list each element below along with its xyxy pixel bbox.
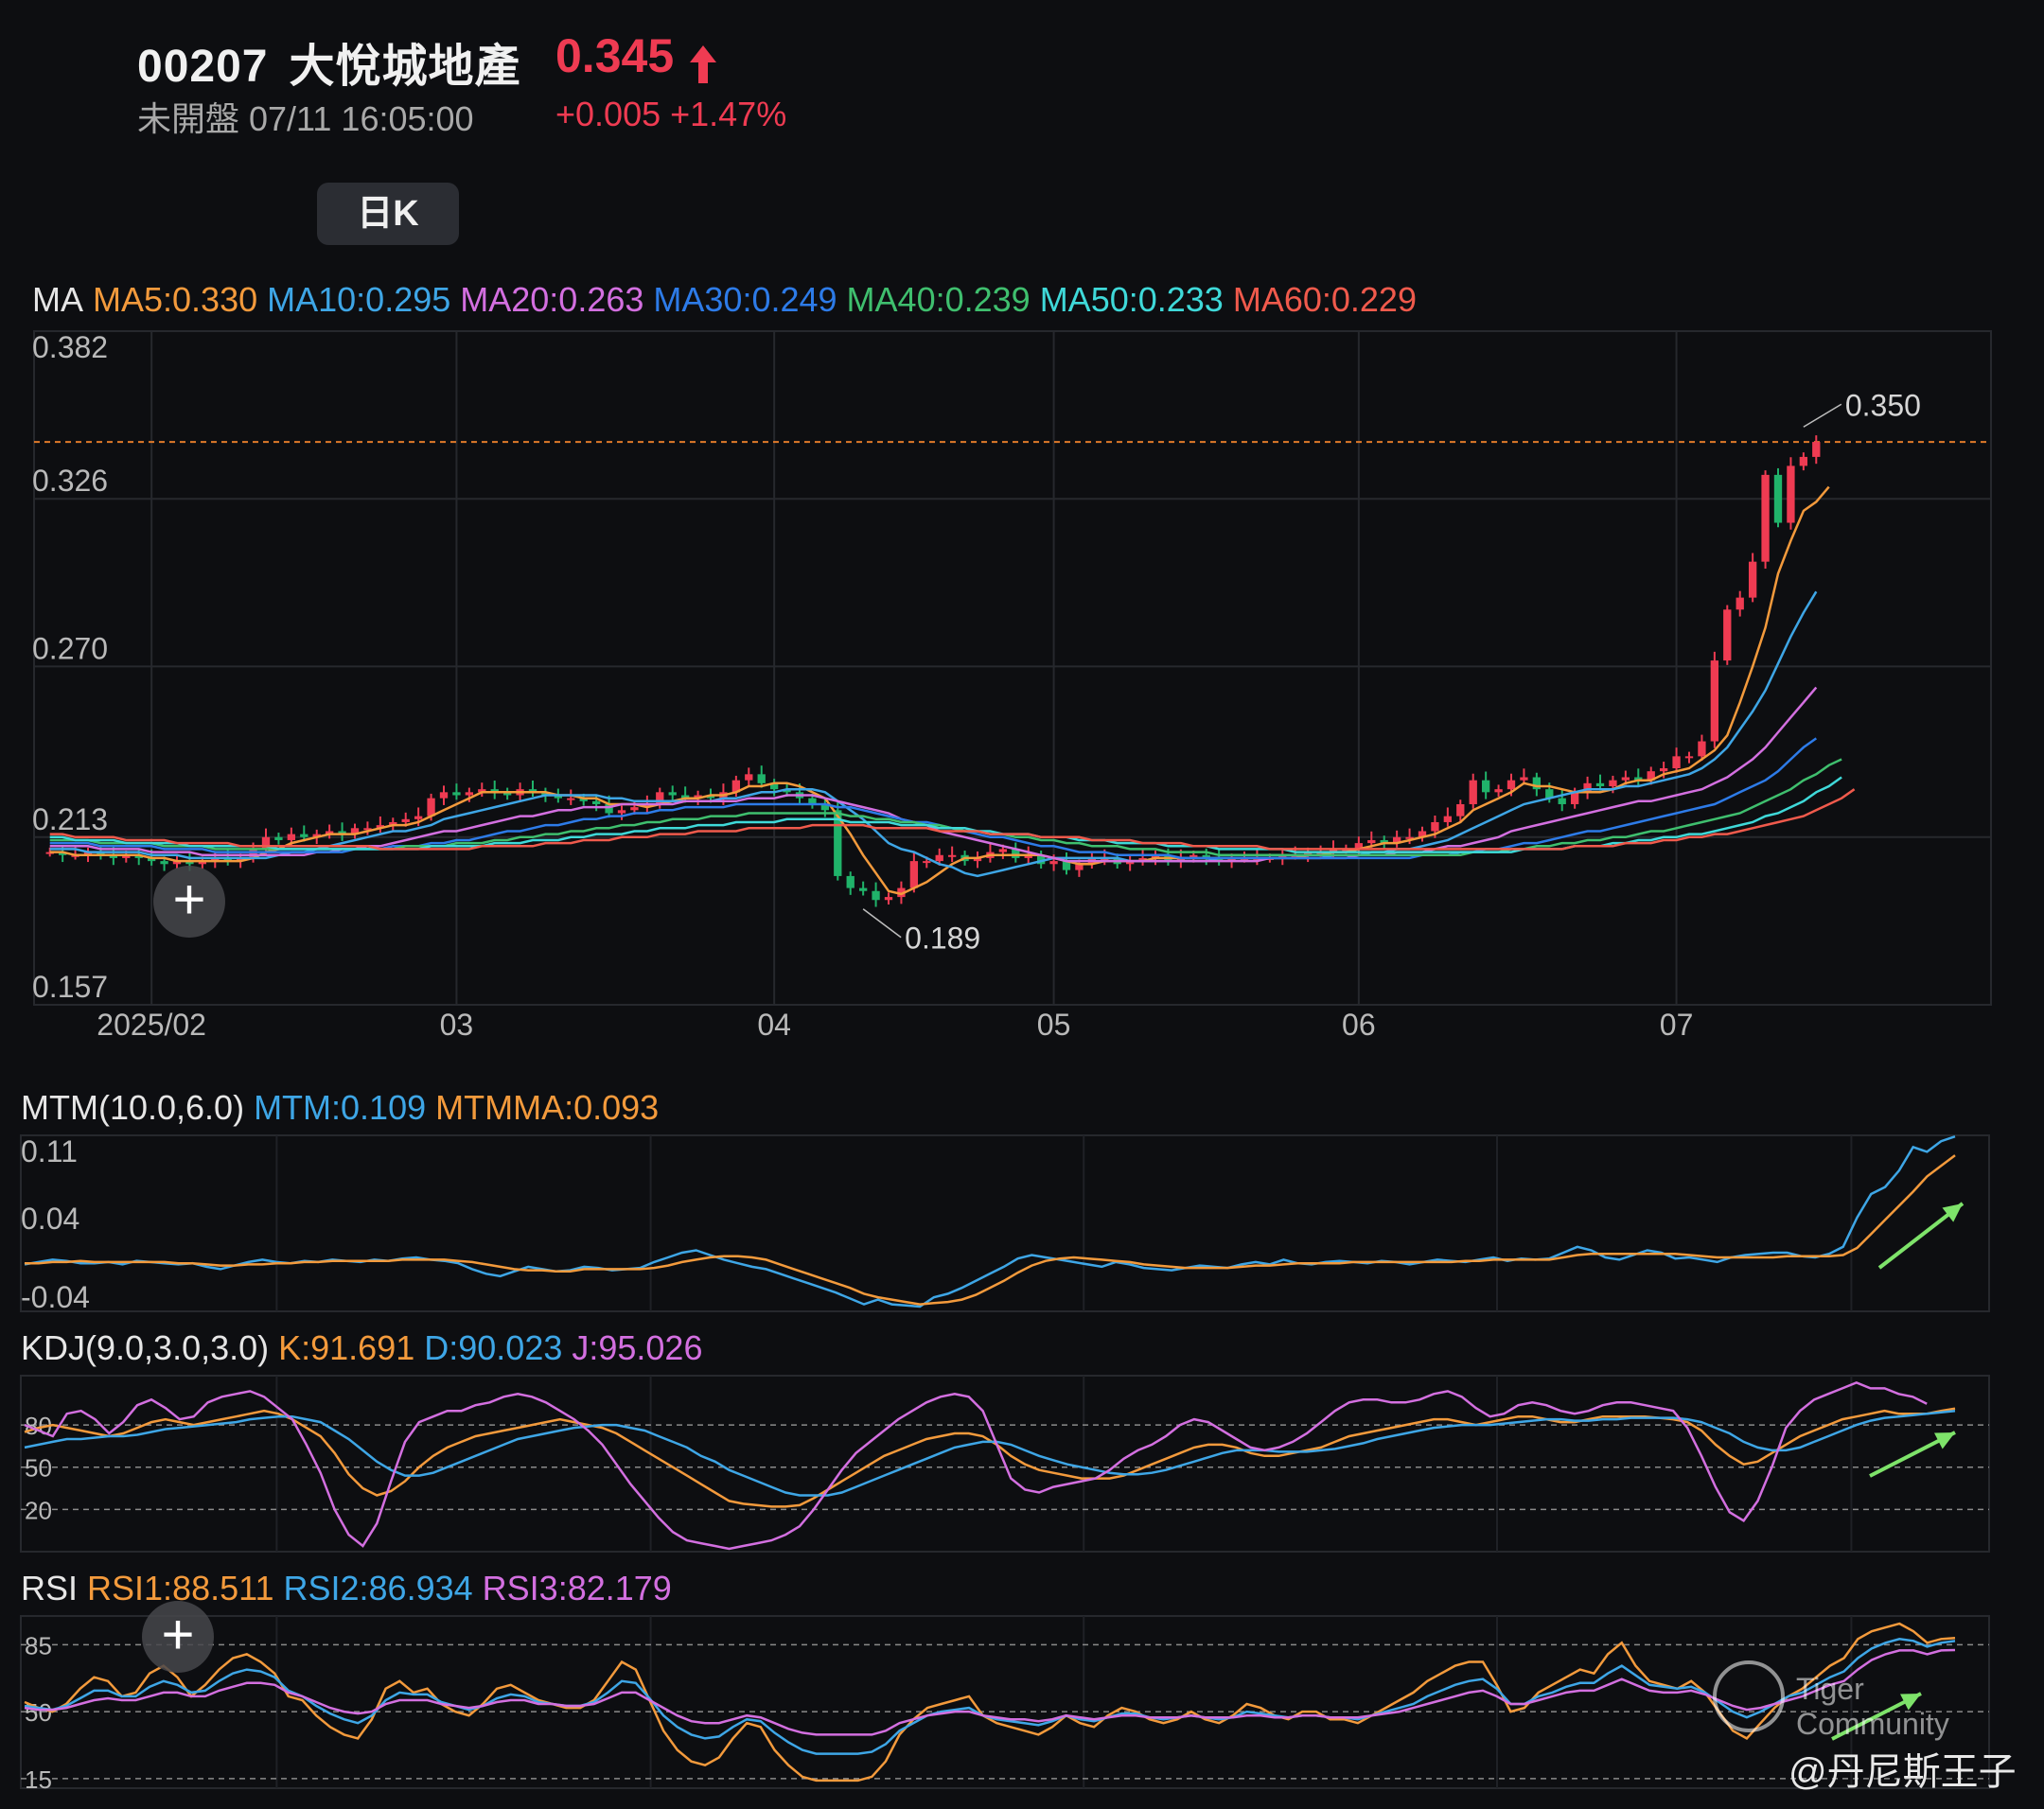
candle-body <box>858 887 868 891</box>
y-tick-label: 0.382 <box>32 330 108 364</box>
candle-body <box>947 854 957 857</box>
d-line <box>24 1409 1956 1497</box>
candle-body <box>872 890 880 901</box>
mtm-line <box>24 1135 1956 1308</box>
y-tick-label: 50 <box>25 1454 52 1483</box>
candle-body <box>1698 741 1706 757</box>
candle-body <box>1367 839 1376 844</box>
candle-body <box>1787 465 1795 523</box>
mtm-plot-frame <box>20 1134 1990 1312</box>
candle-body <box>1672 756 1681 769</box>
candle-body <box>1558 798 1566 804</box>
rsi3-line <box>24 1648 1956 1736</box>
candle-body <box>630 807 639 811</box>
candle-body <box>1443 816 1453 822</box>
candle-body <box>1456 803 1465 817</box>
candle-body <box>884 897 893 901</box>
x-tick-label: 06 <box>1342 1008 1376 1042</box>
y-tick-label: 0.04 <box>21 1202 79 1236</box>
annotation-leader <box>862 908 902 939</box>
mtmma-line <box>25 1154 1956 1306</box>
y-tick-label: 0.157 <box>32 970 108 1004</box>
y-tick-label: -0.04 <box>21 1280 90 1314</box>
candle-body <box>1723 609 1732 661</box>
stock-chart: 0.382 0.326 0.270 0.213 0.157 2025/02 03 04 05 06… <box>20 330 1992 1794</box>
candle-body <box>745 774 753 781</box>
candle-body <box>287 834 296 840</box>
candle-body <box>1736 597 1744 610</box>
candle-body <box>923 861 931 864</box>
candle-body <box>1520 777 1528 781</box>
y-tick-label: 0.213 <box>32 802 108 836</box>
candle-body <box>1532 777 1542 790</box>
candle-body <box>1812 442 1821 457</box>
candle-body <box>1481 780 1490 793</box>
y-tick-label: 0.326 <box>32 464 108 498</box>
candle-body <box>1710 660 1719 742</box>
y-tick-label: 0.11 <box>21 1134 78 1168</box>
candle-body <box>1595 782 1605 786</box>
candle-body <box>1684 756 1694 759</box>
trend-arrow-head <box>1942 1203 1963 1222</box>
candle-body <box>1049 861 1058 865</box>
main-plot-frame <box>33 330 1992 1006</box>
x-tick-label: 2025/02 <box>97 1008 206 1042</box>
candle-body <box>1469 780 1477 804</box>
candle-body <box>1494 789 1503 793</box>
candle-body <box>998 849 1008 852</box>
ma50-line <box>49 776 1842 853</box>
candle-body <box>1621 777 1630 781</box>
candle-body <box>757 774 766 783</box>
candle-body <box>617 810 626 814</box>
candle-body <box>909 861 919 888</box>
candle-body <box>439 792 449 799</box>
x-tick-label: 07 <box>1660 1008 1694 1042</box>
author-watermark: @丹尼斯王子 <box>1788 1751 2017 1793</box>
candle-body <box>1799 456 1808 466</box>
candle-body <box>274 836 283 840</box>
x-tick-label: 03 <box>440 1008 474 1042</box>
x-tick-label: 05 <box>1037 1008 1071 1042</box>
y-tick-label: 20 <box>25 1496 52 1524</box>
candle-body <box>160 861 168 865</box>
candle-body <box>465 792 474 796</box>
y-tick-label: 0.270 <box>32 631 108 665</box>
trend-arrow-icon <box>1869 1431 1956 1478</box>
candle-body <box>591 800 601 804</box>
candle-body <box>846 875 855 888</box>
candle-body <box>452 792 461 796</box>
candle-body <box>1761 474 1770 562</box>
price-annotation: 0.350 <box>1845 388 1921 422</box>
annotation-leader <box>1803 403 1842 428</box>
x-tick-label: 04 <box>757 1008 791 1042</box>
candle-body <box>300 834 308 837</box>
candle-body <box>427 798 435 817</box>
j-line <box>24 1381 1928 1551</box>
candle-body <box>401 818 410 822</box>
candle-body <box>1507 780 1516 790</box>
candle-body <box>1748 561 1757 598</box>
ma40-line <box>49 758 1842 857</box>
candle-body <box>1609 780 1617 786</box>
candle-body <box>1773 474 1783 523</box>
candle-body <box>567 798 575 800</box>
candle-body <box>414 816 423 819</box>
candle-body <box>668 792 677 796</box>
price-annotation: 0.189 <box>905 922 980 956</box>
tiger-community-logo: Tiger Community <box>1713 1660 1997 1741</box>
add-indicator-button[interactable]: + <box>142 1601 214 1673</box>
candle-body <box>935 854 943 862</box>
y-tick-label: 15 <box>25 1765 52 1794</box>
rsi2-line <box>24 1638 1956 1755</box>
brand-label: Tiger Community <box>1796 1672 1949 1741</box>
candle-body <box>1659 768 1668 772</box>
candle-body <box>1431 821 1439 832</box>
y-tick-label: 85 <box>25 1631 52 1660</box>
add-drawing-button[interactable]: + <box>153 866 225 938</box>
tiger-icon <box>1713 1660 1785 1732</box>
ma10-line <box>49 590 1818 878</box>
